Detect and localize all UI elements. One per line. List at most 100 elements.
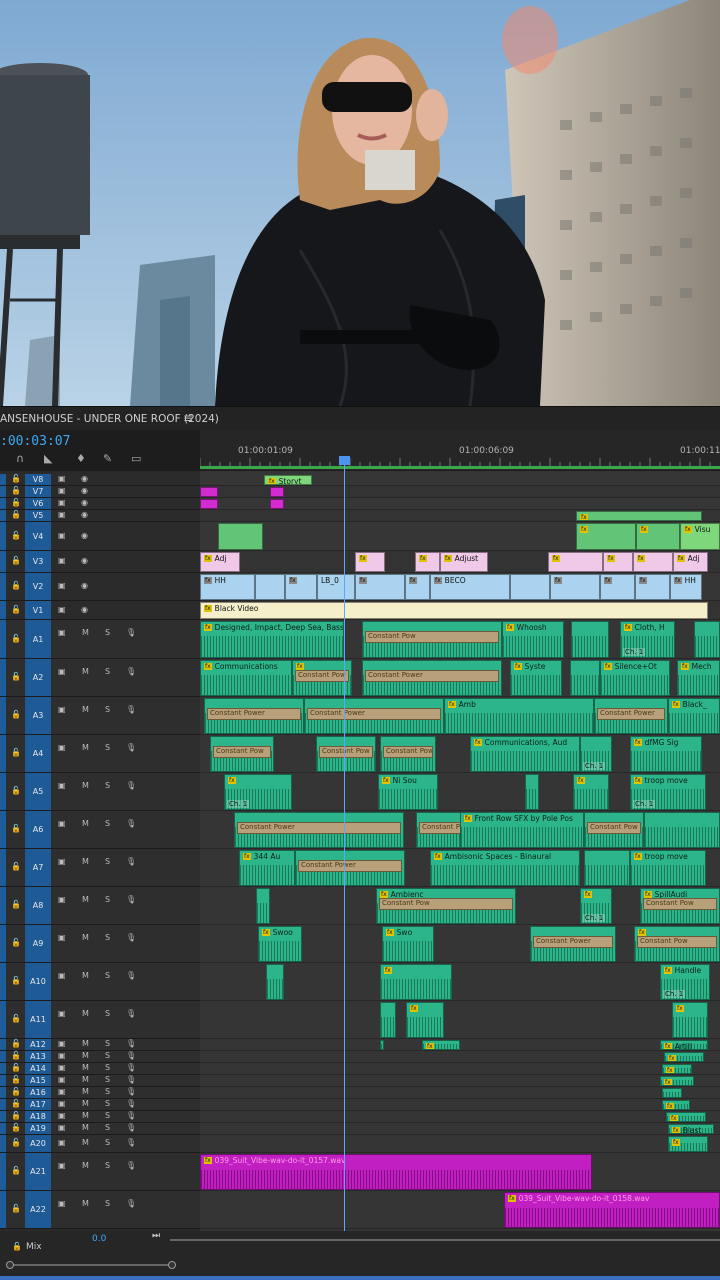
source-patch[interactable] [0, 1135, 6, 1152]
track-header-a18[interactable]: 🔓 A18 ▣ M S 🎙 [0, 1111, 200, 1123]
track-header-v1[interactable]: 🔓 V1 ▣ ◉ [0, 601, 200, 620]
microphone-icon[interactable]: 🎙 [126, 1199, 136, 1208]
film-icon[interactable]: ▣ [58, 556, 66, 565]
source-patch[interactable] [0, 1153, 6, 1190]
track-lane-a14[interactable] [200, 1063, 720, 1075]
solo-button[interactable]: S [105, 628, 110, 637]
constant-power-transition[interactable]: Constant Power [237, 822, 401, 834]
microphone-icon[interactable]: 🎙 [126, 1009, 136, 1018]
source-patch[interactable] [0, 474, 6, 485]
video-clip[interactable]: fx [636, 523, 680, 550]
solo-button[interactable]: S [105, 1138, 110, 1147]
microphone-icon[interactable]: 🎙 [126, 743, 136, 752]
constant-power-transition[interactable]: Constant Power [298, 860, 402, 872]
film-icon[interactable]: ▣ [58, 1111, 66, 1120]
lock-icon[interactable]: 🔓 [11, 1111, 21, 1120]
audio-clip[interactable]: fx Ch. 1 [580, 888, 612, 924]
source-patch[interactable] [0, 510, 6, 521]
solo-button[interactable]: S [105, 1199, 110, 1208]
video-clip[interactable]: fx [355, 574, 405, 600]
hamburger-icon[interactable]: ≡ [183, 411, 193, 425]
microphone-icon[interactable]: 🎙 [126, 1099, 136, 1108]
mute-button[interactable]: M [82, 667, 89, 676]
mute-button[interactable]: M [82, 1138, 89, 1147]
track-header-a10[interactable]: 🔓 A10 ▣ M S 🎙 [0, 963, 200, 1001]
solo-button[interactable]: S [105, 1111, 110, 1120]
mute-button[interactable]: M [82, 1099, 89, 1108]
lock-icon[interactable]: 🔓 [11, 786, 21, 795]
source-patch[interactable] [0, 963, 6, 1000]
audio-clip[interactable] [256, 888, 270, 924]
film-icon[interactable]: ▣ [58, 1199, 66, 1208]
video-clip[interactable] [510, 574, 550, 600]
mute-button[interactable]: M [82, 1009, 89, 1018]
constant-power-transition[interactable]: Constant Pow [213, 746, 271, 758]
film-icon[interactable]: ▣ [58, 1009, 66, 1018]
microphone-icon[interactable]: 🎙 [126, 1075, 136, 1084]
mix-volume-value[interactable]: 0.0 [92, 1234, 106, 1244]
constant-power-transition[interactable]: Constant Power [207, 708, 301, 720]
lock-icon[interactable]: 🔓 [11, 581, 21, 590]
audio-clip[interactable]: Constant Power [304, 698, 444, 734]
track-name[interactable]: V8 [25, 474, 51, 485]
timeline-tracks[interactable]: fx Storyt fx fx fx fx Visu fx Adj fx fx fx Adjust fx f… [200, 471, 720, 1231]
audio-clip[interactable]: Constant Power [295, 850, 405, 886]
track-header-v4[interactable]: 🔓 V4 ▣ ◉ [0, 522, 200, 551]
audio-clip[interactable]: fx troop move Ch. 1 [630, 774, 706, 810]
mute-button[interactable]: M [82, 1063, 89, 1072]
constant-power-transition[interactable]: Constant Power [307, 708, 441, 720]
lock-icon[interactable]: 🔓 [12, 1242, 22, 1251]
audio-clip[interactable]: Constant Power [530, 926, 616, 962]
audio-clip[interactable] [584, 850, 630, 886]
zoom-left-handle[interactable] [6, 1261, 14, 1269]
audio-clip[interactable]: Constant Pow [380, 736, 436, 772]
video-clip[interactable] [270, 499, 284, 509]
track-header-a14[interactable]: 🔓 A14 ▣ M S 🎙 [0, 1063, 200, 1075]
audio-clip[interactable]: fx [662, 1064, 692, 1074]
audio-clip[interactable]: fx troop move [630, 850, 706, 886]
audio-clip[interactable] [380, 1040, 384, 1050]
work-area-bar[interactable] [200, 466, 720, 469]
video-clip[interactable]: fx HH [200, 574, 255, 600]
time-ruler[interactable]: 01:00:01:09 01:00:06:09 01:00:11:0 [200, 430, 720, 470]
track-name[interactable]: V3 [25, 551, 51, 572]
track-name[interactable]: A4 [25, 735, 51, 772]
lock-icon[interactable]: 🔓 [11, 531, 21, 540]
source-patch[interactable] [0, 1099, 6, 1110]
lock-icon[interactable]: 🔓 [11, 1039, 21, 1048]
microphone-icon[interactable]: 🎙 [126, 933, 136, 942]
source-patch[interactable] [0, 849, 6, 886]
audio-clip[interactable]: fx [406, 1002, 444, 1038]
mute-button[interactable]: M [82, 743, 89, 752]
film-icon[interactable]: ▣ [58, 781, 66, 790]
solo-button[interactable]: S [105, 971, 110, 980]
mute-button[interactable]: M [82, 933, 89, 942]
lock-icon[interactable]: 🔓 [11, 938, 21, 947]
audio-clip[interactable]: fx [672, 1002, 708, 1038]
film-icon[interactable]: ▣ [58, 1123, 66, 1132]
track-lane-a15[interactable] [200, 1075, 720, 1087]
wrench-icon[interactable]: ✎ [103, 452, 112, 465]
track-lane-a13[interactable] [200, 1051, 720, 1063]
video-clip[interactable]: fx [635, 574, 670, 600]
lock-icon[interactable]: 🔓 [11, 1099, 21, 1108]
track-header-a2[interactable]: 🔓 A2 ▣ M S 🎙 [0, 659, 200, 697]
track-name[interactable]: A2 [25, 659, 51, 696]
solo-button[interactable]: S [105, 1039, 110, 1048]
zoom-right-handle[interactable] [168, 1261, 176, 1269]
track-lane-a12[interactable] [200, 1039, 720, 1051]
microphone-icon[interactable]: 🎙 [126, 1161, 136, 1170]
lock-icon[interactable]: 🔓 [11, 1166, 21, 1175]
audio-clip[interactable]: fx [573, 774, 609, 810]
mute-button[interactable]: M [82, 971, 89, 980]
video-clip[interactable]: fx [633, 552, 673, 572]
microphone-icon[interactable]: 🎙 [126, 1111, 136, 1120]
source-patch[interactable] [0, 486, 6, 497]
track-header-a22[interactable]: 🔓 A22 ▣ M S 🎙 [0, 1191, 200, 1229]
audio-clip[interactable] [380, 1002, 396, 1038]
audio-clip[interactable]: fx Swo [382, 926, 434, 962]
film-icon[interactable]: ▣ [58, 1063, 66, 1072]
solo-button[interactable]: S [105, 781, 110, 790]
solo-button[interactable]: S [105, 667, 110, 676]
lock-icon[interactable]: 🔓 [11, 824, 21, 833]
